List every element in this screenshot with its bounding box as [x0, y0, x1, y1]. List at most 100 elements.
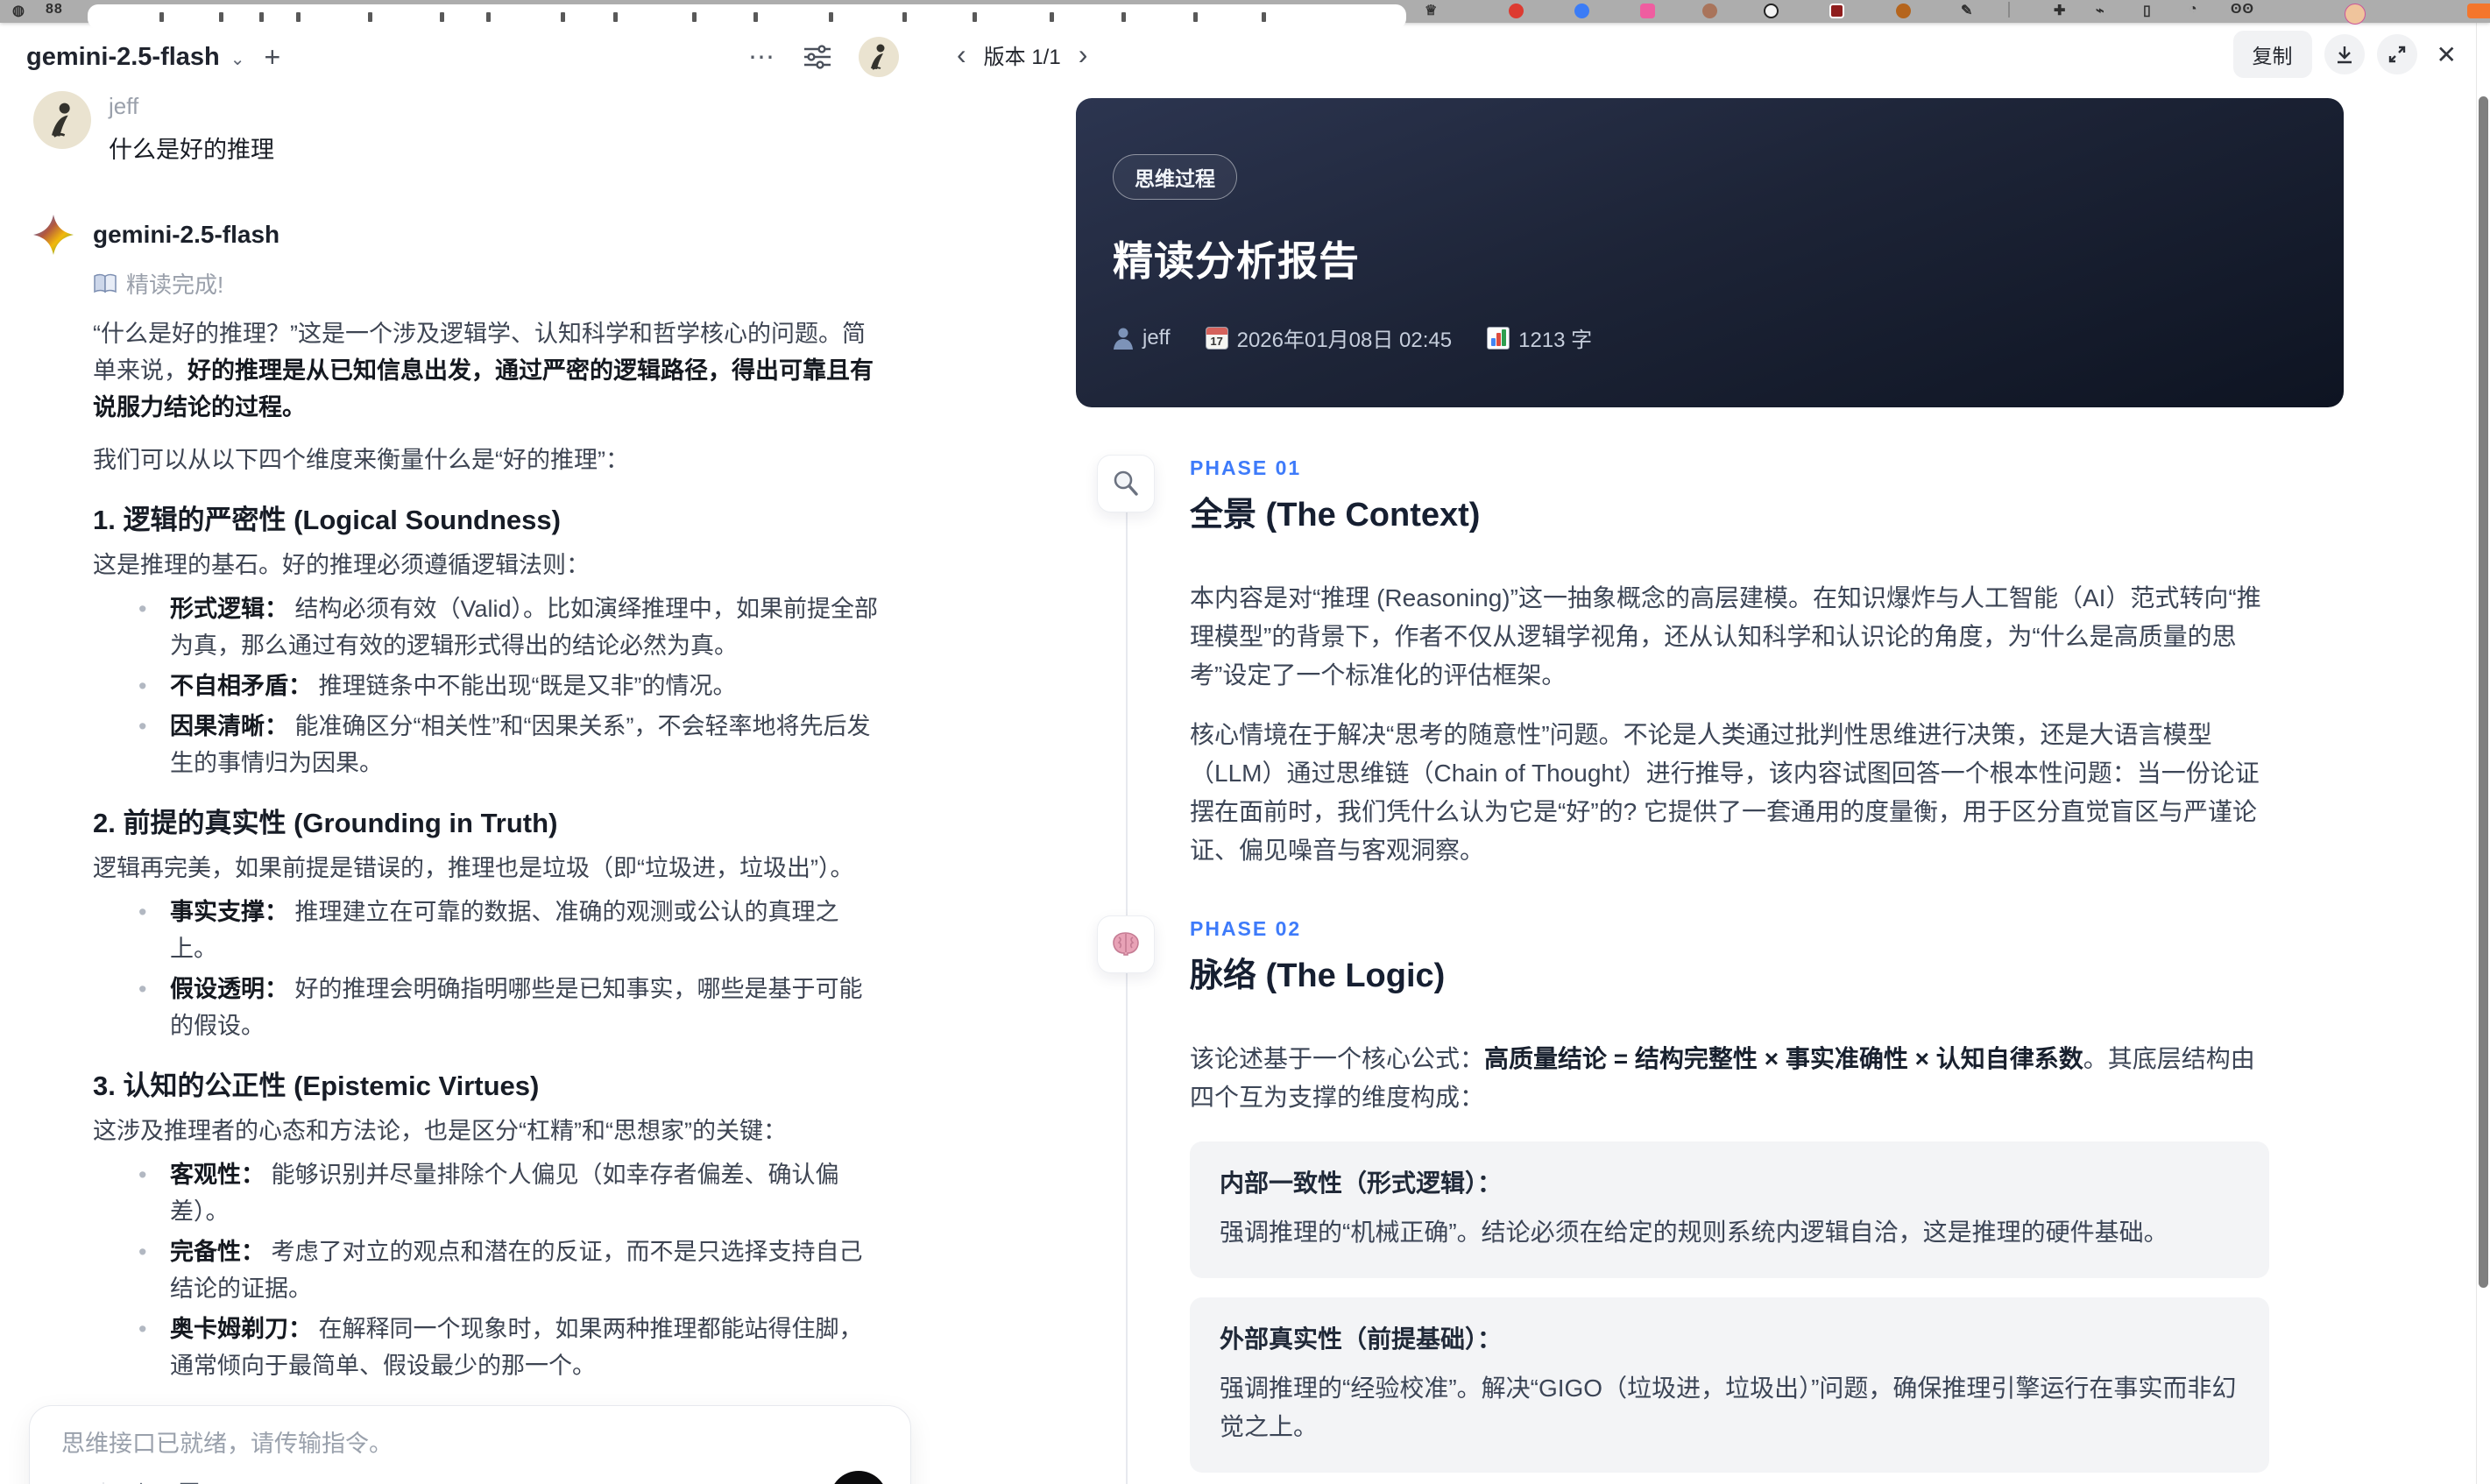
section-1-heading: 1. 逻辑的严密性 (Logical Soundness) [93, 505, 561, 535]
assistant-message: gemini-2.5-flash 精读完成! “什么是好的推理？”这是一个涉及逻… [33, 215, 881, 1484]
report-title: 精读分析报告 [1113, 238, 1360, 284]
list-item: 形式逻辑： 结构必须有效（Valid）。比如演绎推理中，如果前提全部为真，那么通… [93, 590, 881, 664]
chat-input-card: + [29, 1405, 911, 1484]
assistant-name: gemini-2.5-flash [93, 221, 280, 248]
report-date: 17 2026年01月08日 02:45 [1205, 322, 1452, 353]
user-name: jeff [109, 93, 139, 119]
section-2-heading: 2. 前提的真实性 (Grounding in Truth) [93, 808, 558, 838]
version-next-button[interactable]: › [1077, 40, 1090, 68]
scrollbar-thumb[interactable] [2479, 96, 2488, 1288]
report-hero-card: 思维过程 精读分析报告 jeff 17 2026年01月08日 02:45 12… [1076, 98, 2344, 407]
settings-sliders-button[interactable] [803, 44, 832, 70]
phase-1-section: PHASE 01 全景 (The Context) 本内容是对“推理 (Reas… [1076, 455, 2345, 870]
phase-1-paragraph-2: 核心情境在于解决“思考的随意性”问题。不论是人类通过批判性思维进行决策，还是大语… [1190, 721, 2260, 864]
chevron-down-icon: ⌄ [230, 49, 245, 69]
extension-crown-icon[interactable]: ♕ [1425, 2, 1437, 19]
artifact-panel: ‹ 版本 1/1 › 复制 ✕ 思维过程 精读分析报告 jeff 17 2026… [930, 23, 2476, 1484]
logic-box-internal-consistency: 内部一致性（形式逻辑）： 强调推理的“机械正确”。结论必须在给定的规则系统内逻辑… [1190, 1141, 2269, 1278]
chat-header: gemini-2.5-flash ⌄ + ⋯ [0, 23, 930, 86]
logic-box-external-truth: 外部真实性（前提基础）： 强调推理的“经验校准”。解决“GIGO（垃圾进，垃圾出… [1190, 1297, 2269, 1473]
assistant-status: 精读完成! [93, 267, 881, 300]
profile-avatar-icon[interactable] [2345, 4, 2366, 25]
phase-1-paragraph-1: 本内容是对“推理 (Reasoning)”这一抽象概念的高层建模。在知识爆炸与人… [1190, 584, 2261, 689]
list-item: 假设透明： 好的推理会明确指明哪些是已知事实，哪些是基于可能的假设。 [93, 971, 881, 1044]
extension-brown-icon[interactable] [1702, 4, 1717, 18]
toolbar-separator [2008, 2, 2010, 18]
section-3-lead: 这涉及推理者的心态和方法论，也是区分“杠精”和“思想家”的关键： [93, 1118, 787, 1144]
more-options-button[interactable]: ⋯ [748, 42, 776, 73]
extension-pink-icon[interactable] [1640, 4, 1655, 18]
gemini-star-icon [33, 215, 74, 255]
phases-timeline: PHASE 01 全景 (The Context) 本内容是对“推理 (Reas… [1076, 455, 2345, 1484]
toolbar-pen-icon[interactable]: ⌁ [2096, 2, 2104, 19]
extension-amber-icon[interactable] [1896, 4, 1911, 18]
intro-paragraph: “什么是好的推理？”这是一个涉及逻辑学、认知科学和哲学核心的问题。简单来说，好的… [93, 321, 874, 420]
browser-menu-icon[interactable] [2467, 4, 2490, 18]
overview-paragraph: 我们可以从以下四个维度来衡量什么是“好的推理”： [93, 447, 629, 473]
phase-2-section: PHASE 02 脉络 (The Logic) 该论述基于一个核心公式：高质量结… [1076, 915, 2345, 1484]
phase-1-title: 全景 (The Context) [1190, 497, 1481, 534]
download-button[interactable] [2324, 34, 2365, 74]
list-item: 不自相矛盾： 推理链条中不能出现“既是又非”的情况。 [93, 668, 881, 704]
version-label: 版本 1/1 [983, 45, 1061, 69]
user-message: jeff 什么是好的推理 [33, 91, 881, 167]
list-item: 客观性： 能够识别并尽量排除个人偏见（如幸存者偏差、确认偏差）。 [93, 1156, 881, 1230]
logic-dimension-boxes: 内部一致性（形式逻辑）： 强调推理的“机械正确”。结论必须在给定的规则系统内逻辑… [1190, 1141, 2269, 1484]
section-1-lead: 这是推理的基石。好的推理必须遵循逻辑法则： [93, 552, 590, 578]
chat-input[interactable] [61, 1431, 780, 1458]
report-author: jeff [1113, 326, 1171, 350]
phase-2-formula: 该论述基于一个核心公式：高质量结论 = 结构完整性 × 事实准确性 × 认知自律… [1190, 1045, 2255, 1111]
scrollbar-track [2476, 23, 2490, 1484]
report-word-count: 1213 字 [1487, 322, 1592, 353]
magnifier-icon [1114, 470, 1138, 496]
toolbar-glasses-icon[interactable]: ʘʘ [2231, 2, 2254, 18]
new-chat-button[interactable]: + [265, 41, 281, 74]
artifact-toolbar: ‹ 版本 1/1 › 复制 ✕ [930, 23, 2476, 86]
version-prev-button[interactable]: ‹ [955, 40, 968, 68]
model-selector[interactable]: gemini-2.5-flash ⌄ [26, 43, 245, 72]
fullscreen-button[interactable] [2376, 34, 2417, 74]
section-2-list: 事实支撑： 推理建立在可靠的数据、准确的观测或公认的真理之上。 假设透明： 好的… [93, 894, 881, 1044]
list-item: 因果清晰： 能准确区分“相关性”和“因果关系”，不会轻率地将先后发生的事情归为因… [93, 708, 881, 781]
calendar-icon: 17 [1205, 326, 1228, 350]
toolbar-pin-icon[interactable]: ✎ [1961, 2, 1972, 19]
toolbar-bell-icon[interactable]: ◔ [2189, 2, 2197, 18]
toolbar-clip-icon[interactable]: ✚ [2054, 2, 2065, 19]
artifact-content: 思维过程 精读分析报告 jeff 17 2026年01月08日 02:45 12… [930, 86, 2476, 1484]
chat-panel: gemini-2.5-flash ⌄ + ⋯ jeff 什么是好的推理 gemi… [0, 23, 930, 1484]
phase-2-label: PHASE 02 [1190, 917, 1302, 940]
window-control-icon[interactable]: ◍ [12, 2, 25, 19]
section-2-lead: 逻辑再完美，如果前提是错误的，推理也是垃圾（即“垃圾进，垃圾出”）。 [93, 855, 854, 881]
copy-button[interactable]: 复制 [2232, 31, 2312, 78]
phase-2-icon-card [1097, 915, 1155, 973]
toolbar-phone-icon[interactable]: ▯ [2143, 2, 2151, 19]
section-3-list: 客观性： 能够识别并尽量排除个人偏见（如幸存者偏差、确认偏差）。 完备性： 考虑… [93, 1156, 881, 1384]
user-message-avatar [33, 91, 91, 149]
section-3-heading: 3. 认知的公正性 (Epistemic Virtues) [93, 1071, 540, 1101]
section-1-list: 形式逻辑： 结构必须有效（Valid）。比如演绎推理中，如果前提全部为真，那么通… [93, 590, 881, 781]
book-icon [94, 273, 117, 293]
user-avatar-button[interactable] [859, 37, 899, 77]
extension-red-icon[interactable] [1509, 4, 1524, 18]
tab-count-icon[interactable]: 88 [46, 2, 63, 18]
list-item: 事实支撑： 推理建立在可靠的数据、准确的观测或公认的真理之上。 [93, 894, 881, 967]
user-message-text: 什么是好的推理 [109, 137, 274, 163]
model-name: gemini-2.5-flash [26, 42, 220, 71]
voice-input-button[interactable] [830, 1471, 888, 1484]
chat-messages: jeff 什么是好的推理 gemini-2.5-flash 精读完成! “什么是… [0, 86, 930, 1484]
report-badge: 思维过程 [1113, 154, 1237, 200]
download-icon [2337, 46, 2352, 64]
list-item: 奥卡姆剃刀： 在解释同一个现象时，如果两种推理都能站得住脚，通常倾向于最简单、假… [93, 1311, 881, 1384]
browser-chrome-bar: ◍ 88 ♕ ✎ ✚ ⌁ ▯ ◔ ʘʘ [0, 0, 2490, 29]
phase-1-label: PHASE 01 [1190, 456, 1302, 479]
brain-icon [1113, 932, 1139, 956]
assistant-status-text: 精读完成! [126, 272, 224, 298]
phase-1-icon-card [1097, 455, 1155, 512]
extension-panda-icon[interactable] [1764, 4, 1779, 18]
phase-2-title: 脉络 (The Logic) [1190, 958, 1446, 994]
extension-darkred-icon[interactable] [1829, 4, 1844, 18]
extension-blue-icon[interactable] [1574, 4, 1589, 18]
list-item: 完备性： 考虑了对立的观点和潜在的反证，而不是只选择支持自己结论的证据。 [93, 1233, 881, 1307]
browser-tab[interactable] [88, 4, 1406, 29]
close-panel-button[interactable]: ✕ [2430, 40, 2464, 69]
